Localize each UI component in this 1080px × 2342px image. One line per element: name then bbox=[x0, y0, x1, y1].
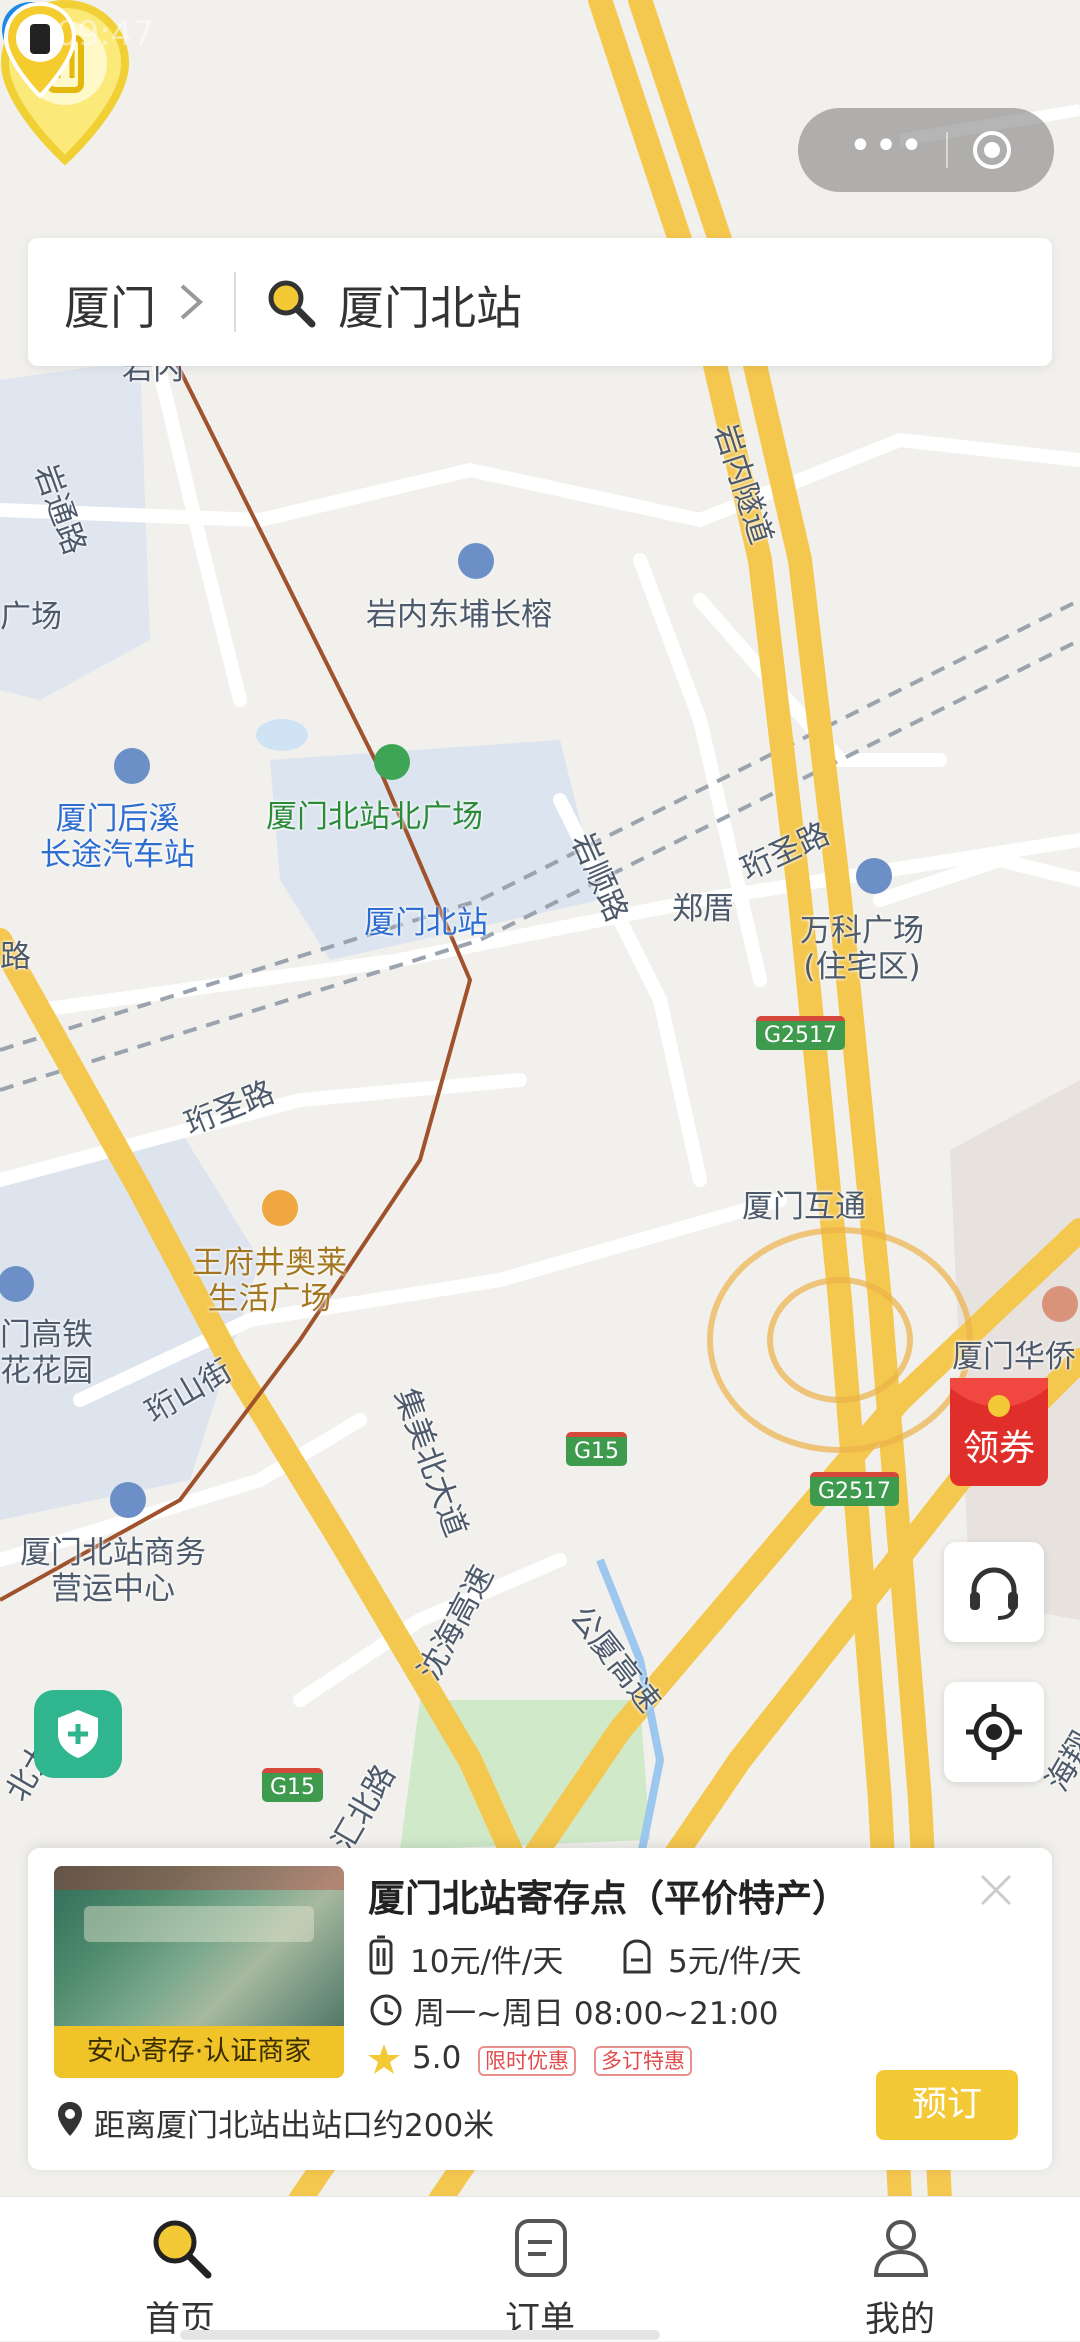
book-button[interactable]: 预订 bbox=[876, 2070, 1018, 2140]
star-icon bbox=[368, 2044, 400, 2074]
home-indicator bbox=[180, 2330, 660, 2340]
customer-service-button[interactable] bbox=[944, 1542, 1044, 1642]
certified-badge: 安心寄存·认证商家 bbox=[54, 2026, 344, 2078]
storage-point-photo: 安心寄存·认证商家 bbox=[54, 1866, 344, 2078]
opening-hours: 周一~周日 08:00~21:00 bbox=[414, 1996, 779, 2032]
storage-point-title: 厦门北站寄存点（平价特产） bbox=[368, 1877, 849, 1920]
capsule-divider bbox=[946, 132, 948, 168]
map-label: 厦门北站商务 营运中心 bbox=[20, 1535, 206, 1607]
bottom-tab-bar: 首页 订单 我的 bbox=[0, 2196, 1080, 2341]
tab-label: 我的 bbox=[864, 2300, 935, 2340]
close-icon[interactable] bbox=[976, 1870, 1016, 1910]
coupon-red-envelope[interactable]: 领券 bbox=[944, 1368, 1056, 1490]
highway-shield: G2517 bbox=[756, 1016, 846, 1050]
map-label: 厦门后溪 长途汽车站 bbox=[40, 801, 195, 873]
shield-plus-icon bbox=[58, 1710, 98, 1758]
map-label: 路 bbox=[0, 939, 31, 975]
map-label: 厦门北站 bbox=[364, 905, 488, 941]
search-bar: 厦门 厦门北站 bbox=[28, 238, 1052, 366]
search-input[interactable]: 厦门北站 bbox=[338, 272, 522, 338]
map-label: 岩内东埔长榕 bbox=[366, 597, 552, 633]
highway-shield: G15 bbox=[262, 1768, 324, 1802]
map-label: 厦门互通 bbox=[742, 1189, 866, 1225]
luggage-icon bbox=[369, 1935, 393, 1975]
map-label: 厦门北站北广场 bbox=[266, 799, 483, 835]
backpack-icon bbox=[623, 1939, 651, 1974]
limited-offer-tag: 限时优惠 bbox=[478, 2046, 576, 2076]
status-time: 09:47 bbox=[56, 14, 154, 54]
tab-home[interactable]: 首页 bbox=[80, 2197, 280, 2341]
location-pin-icon bbox=[58, 2102, 82, 2136]
luggage-price: 10元/件/天 bbox=[410, 1944, 564, 1980]
map-label: 门高铁 花花园 bbox=[0, 1317, 93, 1389]
more-button[interactable]: ••• bbox=[842, 126, 932, 168]
multi-order-offer-tag: 多订特惠 bbox=[594, 2046, 692, 2076]
rating-score: 5.0 bbox=[412, 2040, 462, 2076]
bag-price: 5元/件/天 bbox=[668, 1944, 802, 1980]
search-icon bbox=[153, 2220, 212, 2279]
storage-point-card[interactable]: 安心寄存·认证商家 厦门北站寄存点（平价特产） 10元/件/天 5元/件/天 周… bbox=[28, 1848, 1052, 2170]
safety-shield-button[interactable] bbox=[34, 1690, 122, 1778]
tab-profile[interactable]: 我的 bbox=[800, 2197, 1000, 2341]
coupon-label: 领券 bbox=[963, 1428, 1035, 1469]
map-label: 广场 bbox=[0, 599, 62, 635]
divider bbox=[234, 272, 236, 332]
tab-orders[interactable]: 订单 bbox=[440, 2197, 640, 2341]
highway-shield: G2517 bbox=[810, 1472, 900, 1506]
miniprogram-capsule: ••• bbox=[798, 108, 1054, 192]
map-label: 王府井奥莱 生活广场 bbox=[192, 1245, 347, 1317]
map-label: 万科广场 (住宅区) bbox=[800, 913, 924, 985]
map-label: 郑厝 bbox=[672, 891, 734, 927]
city-selector[interactable]: 厦门 bbox=[64, 272, 156, 338]
location-target-icon bbox=[966, 1704, 1022, 1760]
user-icon bbox=[873, 2220, 929, 2277]
clock-icon bbox=[370, 1994, 402, 2026]
distance-info: 距离厦门北站出站口约200米 bbox=[94, 2108, 495, 2144]
chevron-right-icon bbox=[180, 284, 204, 320]
order-icon bbox=[515, 2219, 567, 2277]
highway-shield: G15 bbox=[566, 1432, 628, 1466]
locate-me-button[interactable] bbox=[944, 1682, 1044, 1782]
search-icon bbox=[268, 280, 316, 328]
close-miniprogram-icon[interactable] bbox=[970, 128, 1014, 172]
headset-icon bbox=[970, 1567, 1018, 1620]
